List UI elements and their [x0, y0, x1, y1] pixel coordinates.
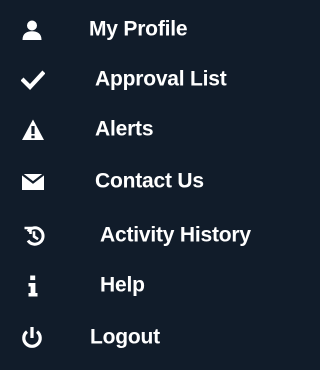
menu-item-label: Help [100, 273, 145, 297]
warning-icon [21, 118, 45, 142]
user-icon [20, 18, 44, 42]
info-icon [21, 274, 45, 298]
menu-item-label: My Profile [89, 17, 188, 41]
power-icon [20, 326, 44, 350]
user-menu: My Profile Approval List Alerts Contact … [0, 0, 298, 370]
history-icon [22, 224, 46, 248]
menu-item-label: Logout [90, 325, 160, 349]
menu-item-my-profile[interactable]: My Profile [0, 8, 298, 52]
menu-item-label: Alerts [95, 117, 154, 141]
menu-item-alerts[interactable]: Alerts [0, 108, 298, 152]
menu-item-help[interactable]: Help [0, 264, 298, 308]
envelope-icon [21, 170, 45, 194]
menu-item-logout[interactable]: Logout [0, 316, 298, 360]
menu-item-label: Contact Us [95, 169, 204, 193]
menu-item-approval-list[interactable]: Approval List [0, 58, 298, 102]
menu-item-label: Activity History [100, 223, 251, 247]
menu-item-contact-us[interactable]: Contact Us [0, 160, 298, 204]
menu-item-label: Approval List [95, 67, 227, 91]
menu-item-activity-history[interactable]: Activity History [0, 214, 298, 258]
checkmark-icon [21, 68, 45, 92]
